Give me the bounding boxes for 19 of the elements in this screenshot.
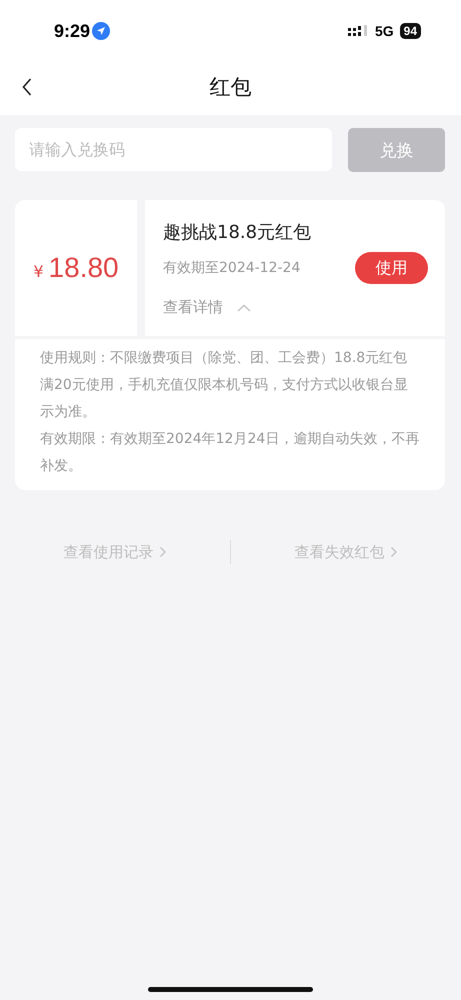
battery-level: 94 bbox=[400, 23, 421, 39]
rule-text: 有效期限：有效期至2024年12月24日，逾期自动失效，不再补发。 bbox=[40, 430, 420, 476]
link[interactable]: 查看失效红包 bbox=[294, 542, 398, 562]
view-details-toggle[interactable]: 查看详情 bbox=[163, 298, 251, 317]
rule-text: 使用规则：不限缴费项目（除党、团、工会费）18.8元红包满20元使用，手机充值仅限本机号码，支付方式以收银台显示为准。 bbox=[40, 349, 409, 422]
network-label: 5G bbox=[374, 23, 394, 39]
page-title: 红包 bbox=[210, 74, 252, 101]
chevron-up-icon bbox=[237, 304, 251, 312]
signal-icon bbox=[348, 25, 370, 37]
link[interactable]: 查看使用记录 bbox=[64, 542, 166, 562]
expiry-date: 有效期至2024-12-24 bbox=[163, 259, 302, 277]
use-button[interactable]: 使用 bbox=[355, 252, 428, 284]
chevron-right-icon bbox=[158, 546, 166, 558]
back-icon bbox=[22, 78, 32, 96]
clock-time: 9:29 bbox=[54, 20, 90, 42]
coupon-title: 趣挑战18.8元红包 bbox=[163, 221, 312, 244]
chevron-right-icon bbox=[390, 546, 398, 558]
coupon-amount: 18.80 bbox=[48, 252, 119, 284]
currency-sign: ¥ bbox=[33, 262, 44, 280]
